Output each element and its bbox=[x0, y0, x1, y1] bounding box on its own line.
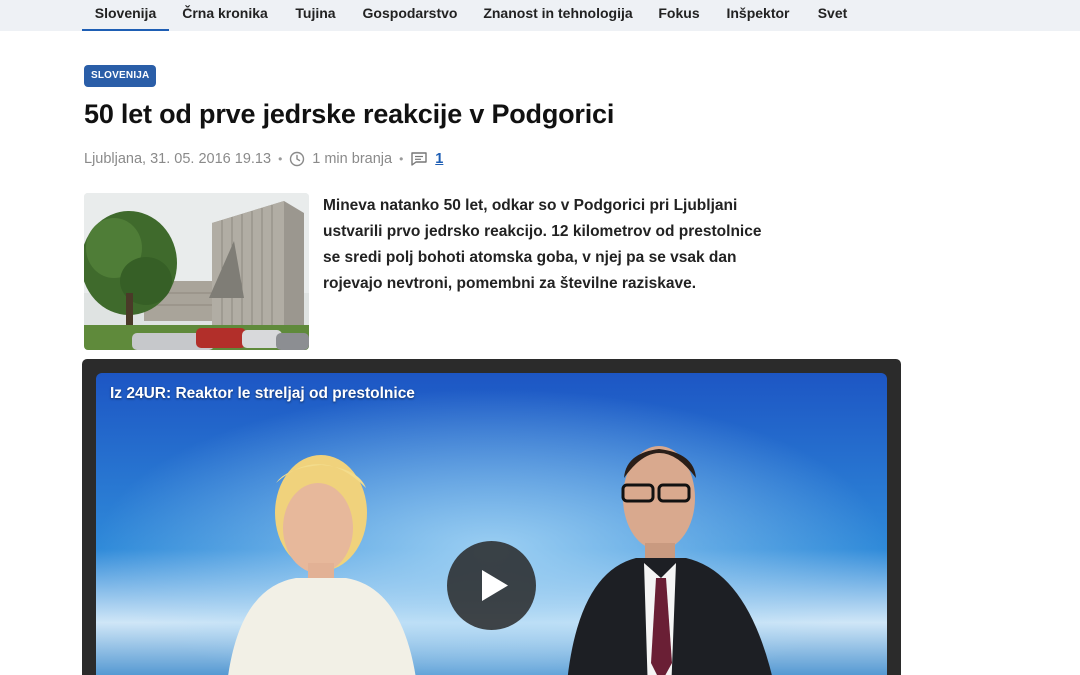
nav-item-fokus[interactable]: Fokus bbox=[656, 0, 702, 31]
article-meta: Ljubljana, 31. 05. 2016 19.13 • 1 min br… bbox=[84, 148, 443, 170]
comments-count-link[interactable]: 1 bbox=[435, 151, 443, 167]
article-date: Ljubljana, 31. 05. 2016 19.13 bbox=[84, 151, 272, 167]
article-title: 50 let od prve jedrske reakcije v Podgor… bbox=[84, 99, 615, 129]
article-thumbnail[interactable] bbox=[84, 193, 309, 350]
nav-item-znanost-in-tehnologija[interactable]: Znanost in tehnologija bbox=[483, 0, 633, 31]
nav-item-gospodarstvo[interactable]: Gospodarstvo bbox=[361, 0, 459, 31]
play-icon bbox=[482, 570, 508, 601]
category-badge[interactable]: SLOVENIJA bbox=[84, 65, 157, 87]
nav-item-slovenija[interactable]: Slovenija bbox=[82, 0, 169, 31]
main-navigation: Slovenija Črna kronika Tujina Gospodarst… bbox=[0, 0, 1080, 31]
nav-item-crna-kronika[interactable]: Črna kronika bbox=[180, 0, 270, 31]
nav-item-inspektor[interactable]: Inšpektor bbox=[723, 0, 793, 31]
nav-item-svet[interactable]: Svet bbox=[814, 0, 851, 31]
comment-icon[interactable] bbox=[410, 151, 428, 167]
clock-icon bbox=[289, 151, 305, 167]
meta-separator: • bbox=[278, 152, 283, 166]
meta-separator: • bbox=[399, 152, 404, 166]
read-time: 1 min branja bbox=[312, 151, 393, 167]
nav-item-tujina[interactable]: Tujina bbox=[292, 0, 339, 31]
article-lead: Mineva natanko 50 let, odkar so v Podgor… bbox=[323, 197, 762, 292]
video-title: Iz 24UR: Reaktor le streljaj od prestoln… bbox=[110, 385, 415, 402]
play-button[interactable] bbox=[447, 541, 536, 630]
